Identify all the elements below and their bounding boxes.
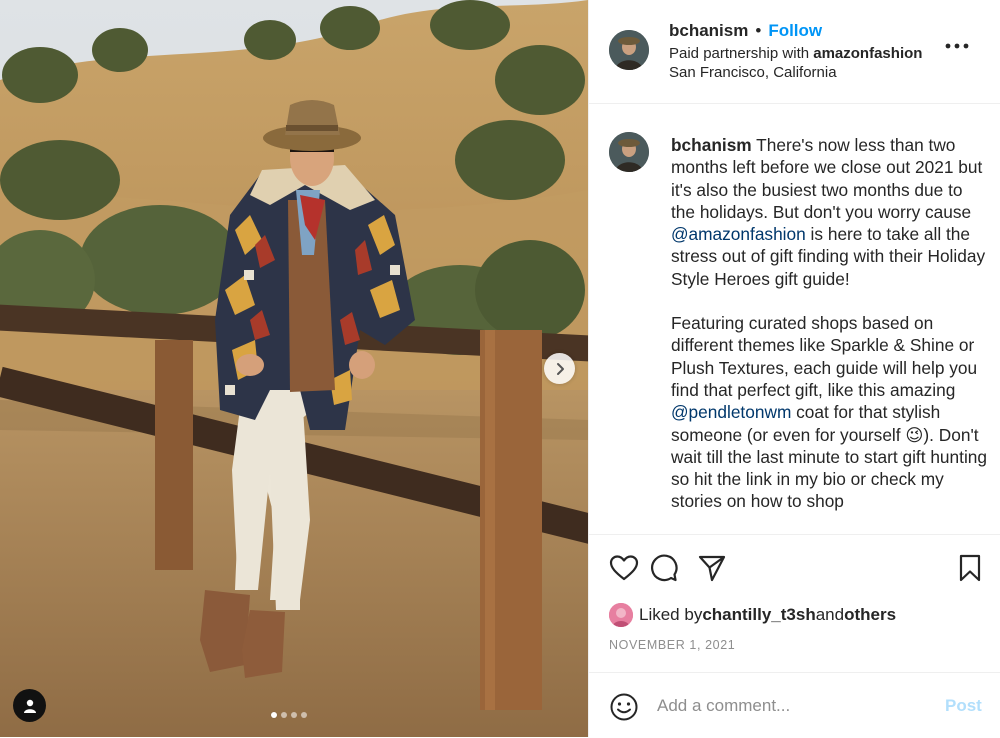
bookmark-icon[interactable] bbox=[955, 553, 985, 583]
emoji-icon[interactable] bbox=[609, 692, 639, 722]
mention-link[interactable]: @amazonfashion bbox=[671, 224, 806, 244]
liker-username[interactable]: chantilly_t3sh bbox=[702, 605, 815, 625]
caption-text-part: Featuring curated shops based on differe… bbox=[671, 313, 978, 400]
divider bbox=[589, 534, 1000, 535]
carousel-indicator bbox=[271, 712, 307, 718]
more-options-icon[interactable] bbox=[944, 38, 970, 54]
avatar[interactable] bbox=[609, 30, 649, 70]
location-link[interactable]: San Francisco, California bbox=[669, 64, 837, 81]
next-slide-button[interactable] bbox=[544, 353, 575, 384]
caption-paragraph: bchanism There's now less than two month… bbox=[671, 134, 989, 290]
comment-icon[interactable] bbox=[648, 553, 678, 583]
caption-avatar[interactable] bbox=[609, 132, 649, 172]
post-photo[interactable] bbox=[0, 0, 588, 737]
avatar-image bbox=[609, 132, 649, 172]
carousel-dot bbox=[271, 712, 277, 718]
avatar-image bbox=[609, 603, 633, 627]
comment-bar: Post bbox=[589, 672, 1000, 738]
share-icon[interactable] bbox=[697, 553, 727, 583]
others-link[interactable]: others bbox=[844, 605, 896, 625]
caption-text: bchanism There's now less than two month… bbox=[671, 134, 989, 534]
paid-partnership-label: Paid partnership with amazonfashion bbox=[669, 45, 922, 62]
photo-image bbox=[0, 0, 588, 737]
caption-username[interactable]: bchanism bbox=[671, 135, 752, 155]
post-comment-button[interactable]: Post bbox=[945, 696, 982, 716]
carousel-dot bbox=[281, 712, 287, 718]
liker-avatar[interactable] bbox=[609, 603, 633, 627]
carousel-dot bbox=[301, 712, 307, 718]
action-bar bbox=[589, 545, 1000, 589]
mention-link[interactable]: @pendletonwm bbox=[671, 402, 791, 422]
post-side-panel: bchanism • Follow Paid partnership with … bbox=[588, 0, 1000, 737]
chevron-right-icon bbox=[556, 362, 564, 375]
post-date[interactable]: NOVEMBER 1, 2021 bbox=[609, 638, 735, 652]
comment-input[interactable] bbox=[657, 693, 927, 719]
username-link[interactable]: bchanism bbox=[669, 21, 748, 41]
follow-button[interactable]: Follow bbox=[768, 21, 822, 41]
avatar-image bbox=[609, 30, 649, 70]
partnership-prefix: Paid partnership with bbox=[669, 45, 814, 62]
post-header: bchanism • Follow Paid partnership with … bbox=[589, 0, 1000, 104]
heart-icon[interactable] bbox=[609, 553, 639, 583]
liked-and: and bbox=[815, 605, 845, 624]
separator-dot: • bbox=[755, 21, 762, 40]
liked-prefix: Liked by bbox=[639, 605, 703, 624]
likes-summary: Liked by chantilly_t3sh and others bbox=[609, 601, 896, 629]
partner-link[interactable]: amazonfashion bbox=[813, 45, 922, 62]
caption-scroll-area[interactable]: bchanism There's now less than two month… bbox=[589, 104, 1000, 534]
post-dialog: bchanism • Follow Paid partnership with … bbox=[0, 0, 1000, 737]
carousel-dot bbox=[291, 712, 297, 718]
caption-paragraph: Featuring curated shops based on differe… bbox=[671, 312, 989, 513]
user-icon bbox=[23, 699, 36, 713]
header-user-line: bchanism • Follow bbox=[669, 21, 822, 41]
tagged-users-button[interactable] bbox=[13, 689, 46, 722]
